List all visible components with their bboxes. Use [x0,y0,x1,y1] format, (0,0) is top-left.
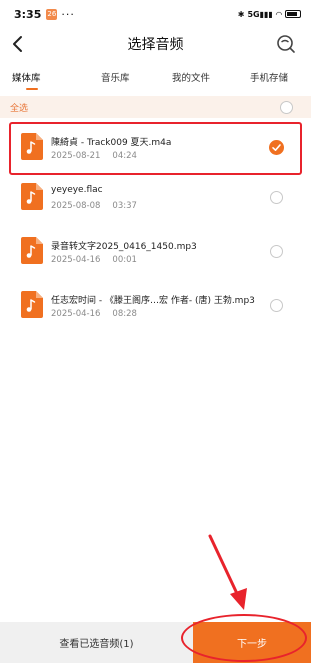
status-time: 3:35 [14,7,42,21]
tab-phone-storage[interactable]: 手机存储 [250,70,288,84]
file-select-radio[interactable] [270,245,283,258]
file-name: yeyeye.flac [51,185,103,195]
select-all-label: 全选 [10,103,29,114]
audio-file-icon [21,237,43,264]
audio-file-icon [21,291,43,318]
page-title: 选择音频 [127,37,184,53]
file-select-radio[interactable] [270,191,283,204]
tab-music-library[interactable]: 音乐库 [101,70,130,84]
wifi-icon: ◠ [275,9,282,19]
list-item[interactable]: 任志宏时间 - 《滕王阁序…宏 作者- (唐) 王勃.mp3 2025-04-1… [14,282,297,332]
header: 选择音频 [0,28,311,60]
tab-bar: 媒体库 音乐库 我的文件 手机存储 [0,70,311,92]
search-icon[interactable] [275,33,297,55]
file-meta: 2025-04-16 00:01 [51,255,137,265]
view-selected-button[interactable]: 查看已选音频(1) [0,622,193,663]
annotation-arrow-icon [208,534,247,610]
list-item[interactable]: 录音转文字2025_0416_1450.mp3 2025-04-16 00:01 [14,228,297,278]
selected-row-highlight [9,122,302,175]
bluetooth-icon: ✱ [237,9,245,19]
active-tab-indicator [26,88,38,90]
file-meta: 2025-08-08 03:37 [51,201,137,211]
more-notifications-icon: ··· [61,7,75,21]
back-arrow-icon[interactable] [6,32,30,56]
file-name: 任志宏时间 - 《滕王阁序…宏 作者- (唐) 王勃.mp3 [51,296,255,306]
next-button-highlight [181,614,307,662]
status-indicators: ✱ 5G▮▮▮ ◠ [238,10,301,19]
file-meta: 2025-04-16 08:28 [51,309,137,319]
file-name: 录音转文字2025_0416_1450.mp3 [51,242,197,252]
tab-my-files[interactable]: 我的文件 [172,70,210,84]
file-select-radio[interactable] [270,299,283,312]
signal-icon: 5G▮▮▮ [247,9,273,19]
select-all-row[interactable]: 全选 [0,96,311,118]
battery-icon [285,10,301,18]
list-item[interactable]: yeyeye.flac 2025-08-08 03:37 [14,174,297,224]
audio-file-icon [21,183,43,210]
select-all-radio[interactable] [280,100,293,114]
app-notification-icon: 26 [46,8,58,20]
tab-media-library[interactable]: 媒体库 [12,70,41,84]
status-bar: 3:35 26 ··· ✱ 5G▮▮▮ ◠ [0,0,311,28]
